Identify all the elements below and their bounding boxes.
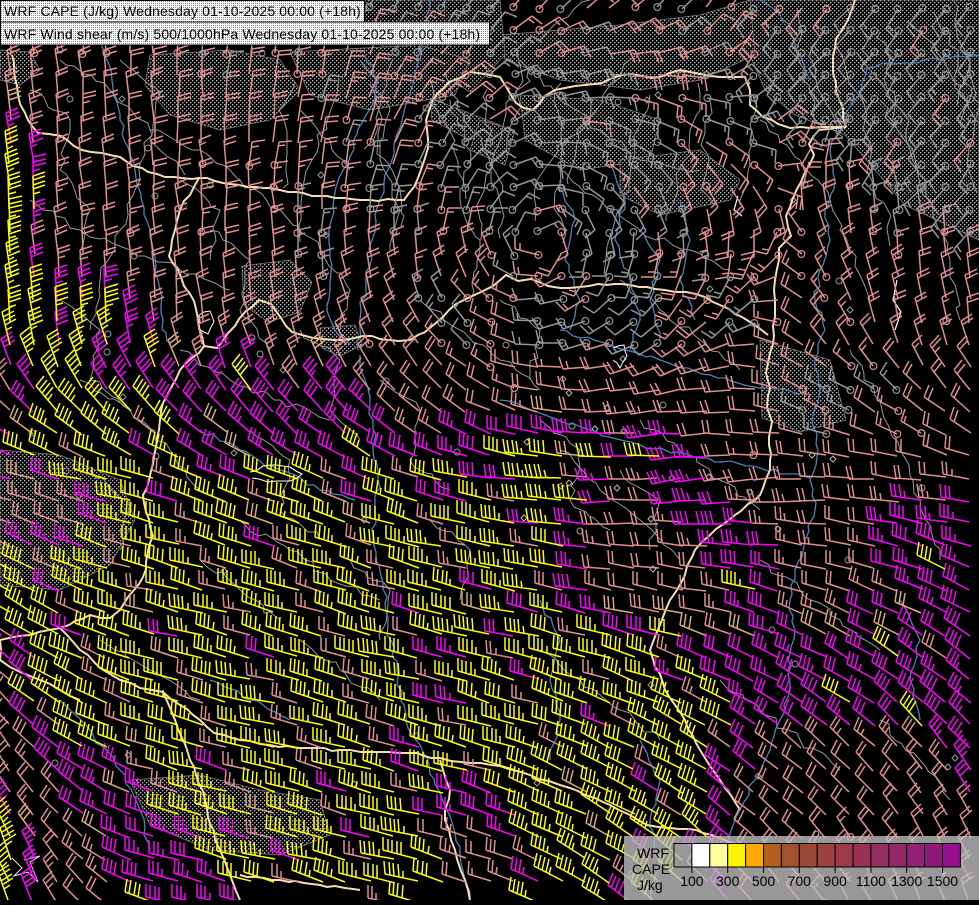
svg-text:700: 700 [788, 873, 812, 889]
svg-text:WRF Wind shear (m/s) 500/1000h: WRF Wind shear (m/s) 500/1000hPa Wednesd… [4, 26, 480, 42]
svg-text:100: 100 [680, 873, 704, 889]
svg-text:WRF: WRF [637, 845, 669, 861]
svg-text:1500: 1500 [927, 873, 958, 889]
svg-text:900: 900 [823, 873, 847, 889]
svg-text:1300: 1300 [891, 873, 922, 889]
svg-text:1100: 1100 [856, 873, 886, 889]
svg-text:500: 500 [752, 873, 776, 889]
svg-text:WRF CAPE (J/kg) Wednesday 01-1: WRF CAPE (J/kg) Wednesday 01-10-2025 00:… [4, 3, 361, 19]
svg-text:CAPE: CAPE [632, 861, 670, 877]
svg-text:J/kg: J/kg [637, 877, 663, 893]
svg-text:300: 300 [716, 873, 740, 889]
